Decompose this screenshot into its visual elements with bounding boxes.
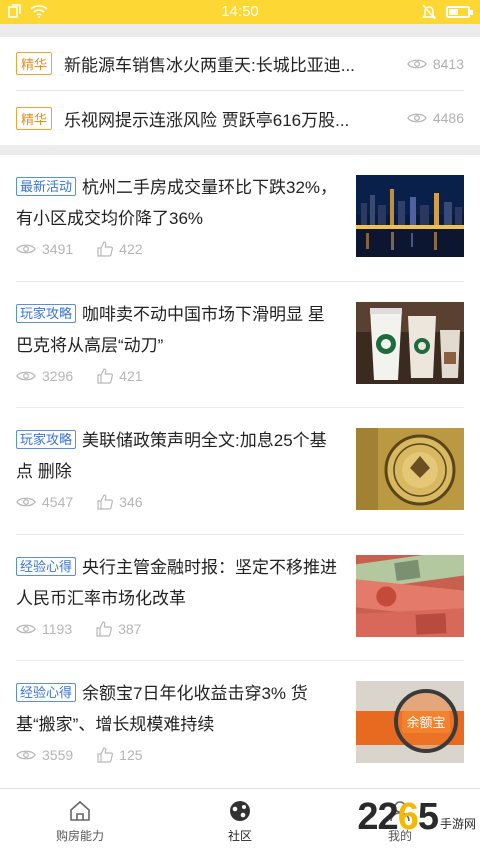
like-count: 422 xyxy=(97,241,143,257)
like-count: 387 xyxy=(96,621,141,637)
watermark-number: 2265 xyxy=(357,796,439,838)
article-text: 最新活动 杭州二手房成交量环比下跌32%，有小区成交均价降了36% xyxy=(16,172,338,234)
view-count: 8413 xyxy=(407,56,464,72)
article-item[interactable]: 最新活动 杭州二手房成交量环比下跌32%，有小区成交均价降了36% 3491 42… xyxy=(16,155,464,282)
like-count-value: 125 xyxy=(119,747,143,764)
featured-tag: 精华 xyxy=(16,52,53,75)
article-thumbnail xyxy=(356,175,464,257)
thumbs-up-icon xyxy=(97,747,114,763)
featured-title: 乐视网提示连涨风险 贾跃亭616万股... xyxy=(64,110,350,130)
featured-title: 新能源车销售冰火两重天:长城比亚迪... xyxy=(64,56,355,75)
article-thumbnail: 余额宝 xyxy=(356,681,464,764)
featured-news-item[interactable]: 精华 乐视网提示连涨风险 贾跃亭616万股... 4486 xyxy=(16,91,464,145)
view-count: 4547 xyxy=(16,494,73,510)
article-tag: 经验心得 xyxy=(16,683,77,703)
view-count-value: 1193 xyxy=(42,620,73,637)
nav-label: 社区 xyxy=(227,829,252,843)
article-item[interactable]: 经验心得 余额宝7日年化收益击穿3% 货基“搬家”、增长规模难持续 3559 12… xyxy=(16,661,464,788)
yuebao-magnifier-image: 余额宝 xyxy=(356,681,464,764)
eye-icon xyxy=(407,113,427,123)
thumbs-up-icon xyxy=(97,241,114,257)
article-item[interactable]: 玩家攻略 咖啡卖不动中国市场下滑明显 星巴克将从高层“动刀” 3296 421 xyxy=(16,282,464,409)
article-item[interactable]: 经验心得 央行主管金融时报：坚定不移推进人民币汇率市场化改革 1193 387 xyxy=(16,535,464,662)
home-icon xyxy=(70,800,90,821)
article-text: 玩家攻略 咖啡卖不动中国市场下滑明显 星巴克将从高层“动刀” xyxy=(16,299,338,361)
federal-reserve-seal-image xyxy=(356,428,464,511)
status-right-icons xyxy=(422,4,473,20)
view-count-value: 4547 xyxy=(42,494,74,511)
view-count: 1193 xyxy=(16,621,72,637)
eye-icon xyxy=(16,624,36,634)
article-thumbnail xyxy=(356,428,464,511)
article-item[interactable]: 玩家攻略 美联储政策声明全文:加息25个基点 删除 4547 346 xyxy=(16,408,464,535)
watermark-logo: 2265 手游网 xyxy=(357,795,476,839)
like-count-value: 421 xyxy=(119,367,143,384)
city-skyline-image xyxy=(356,175,464,257)
svg-text:余额宝: 余额宝 xyxy=(406,715,445,731)
bell-off-icon xyxy=(422,4,436,20)
article-text: 经验心得 余额宝7日年化收益击穿3% 货基“搬家”、增长规模难持续 xyxy=(16,678,338,740)
nav-label: 购房能力 xyxy=(55,829,104,843)
banknotes-image xyxy=(356,554,464,637)
article-meta: 1193 387 xyxy=(16,621,165,637)
eye-icon xyxy=(407,59,427,68)
featured-news-list: 精华 新能源车销售冰火两重天:长城比亚迪... 8413 精华 乐视网提示连涨风… xyxy=(0,37,480,145)
like-count-value: 346 xyxy=(119,494,143,511)
like-count: 346 xyxy=(97,494,143,511)
view-count-value: 8413 xyxy=(432,55,464,72)
status-bar: 14:50 xyxy=(0,0,480,24)
like-count: 421 xyxy=(97,367,143,384)
eye-icon xyxy=(16,750,36,760)
view-count: 3559 xyxy=(16,747,73,763)
divider xyxy=(0,145,480,155)
view-count-value: 4486 xyxy=(432,110,464,126)
article-thumbnail xyxy=(356,554,464,637)
view-count: 3296 xyxy=(16,368,73,384)
battery-icon xyxy=(446,6,473,18)
view-count: 3491 xyxy=(16,241,73,257)
article-meta: 3559 125 xyxy=(16,747,167,763)
coffee-cups-image xyxy=(356,301,464,384)
article-meta: 3296 421 xyxy=(16,368,167,384)
view-count-value: 3491 xyxy=(42,241,74,257)
featured-news-item[interactable]: 精华 新能源车销售冰火两重天:长城比亚迪... 8413 xyxy=(16,37,464,91)
divider xyxy=(0,24,480,37)
article-tag: 经验心得 xyxy=(16,556,77,576)
eye-icon xyxy=(16,371,36,380)
thumbs-up-icon xyxy=(97,367,114,384)
article-list: 最新活动 杭州二手房成交量环比下跌32%，有小区成交均价降了36% 3491 42… xyxy=(0,155,480,788)
article-tag: 最新活动 xyxy=(16,177,77,196)
view-count-value: 3296 xyxy=(42,367,74,384)
nav-buying-power[interactable]: 购房能力 xyxy=(0,789,160,853)
thumbs-up-icon xyxy=(97,494,114,510)
article-meta: 3491 422 xyxy=(16,241,167,257)
view-count-value: 3559 xyxy=(42,747,74,764)
eye-icon xyxy=(16,497,36,507)
thumbs-up-icon xyxy=(96,621,113,637)
article-meta: 4547 346 xyxy=(16,494,167,510)
watermark-text: 手游网 xyxy=(439,817,476,831)
eye-icon xyxy=(16,244,36,254)
article-text: 经验心得 央行主管金融时报：坚定不移推进人民币汇率市场化改革 xyxy=(16,552,338,614)
nav-community[interactable]: 社区 xyxy=(160,789,320,853)
article-tag: 玩家攻略 xyxy=(16,303,77,323)
article-tag: 玩家攻略 xyxy=(16,430,77,450)
article-thumbnail xyxy=(356,301,464,384)
like-count-value: 387 xyxy=(118,620,142,637)
view-count: 4486 xyxy=(407,110,464,126)
community-icon xyxy=(230,801,250,821)
like-count: 125 xyxy=(97,747,143,764)
like-count-value: 422 xyxy=(119,241,143,257)
featured-tag: 精华 xyxy=(16,106,53,130)
status-time: 14:50 xyxy=(221,3,259,20)
article-text: 玩家攻略 美联储政策声明全文:加息25个基点 删除 xyxy=(16,425,338,487)
